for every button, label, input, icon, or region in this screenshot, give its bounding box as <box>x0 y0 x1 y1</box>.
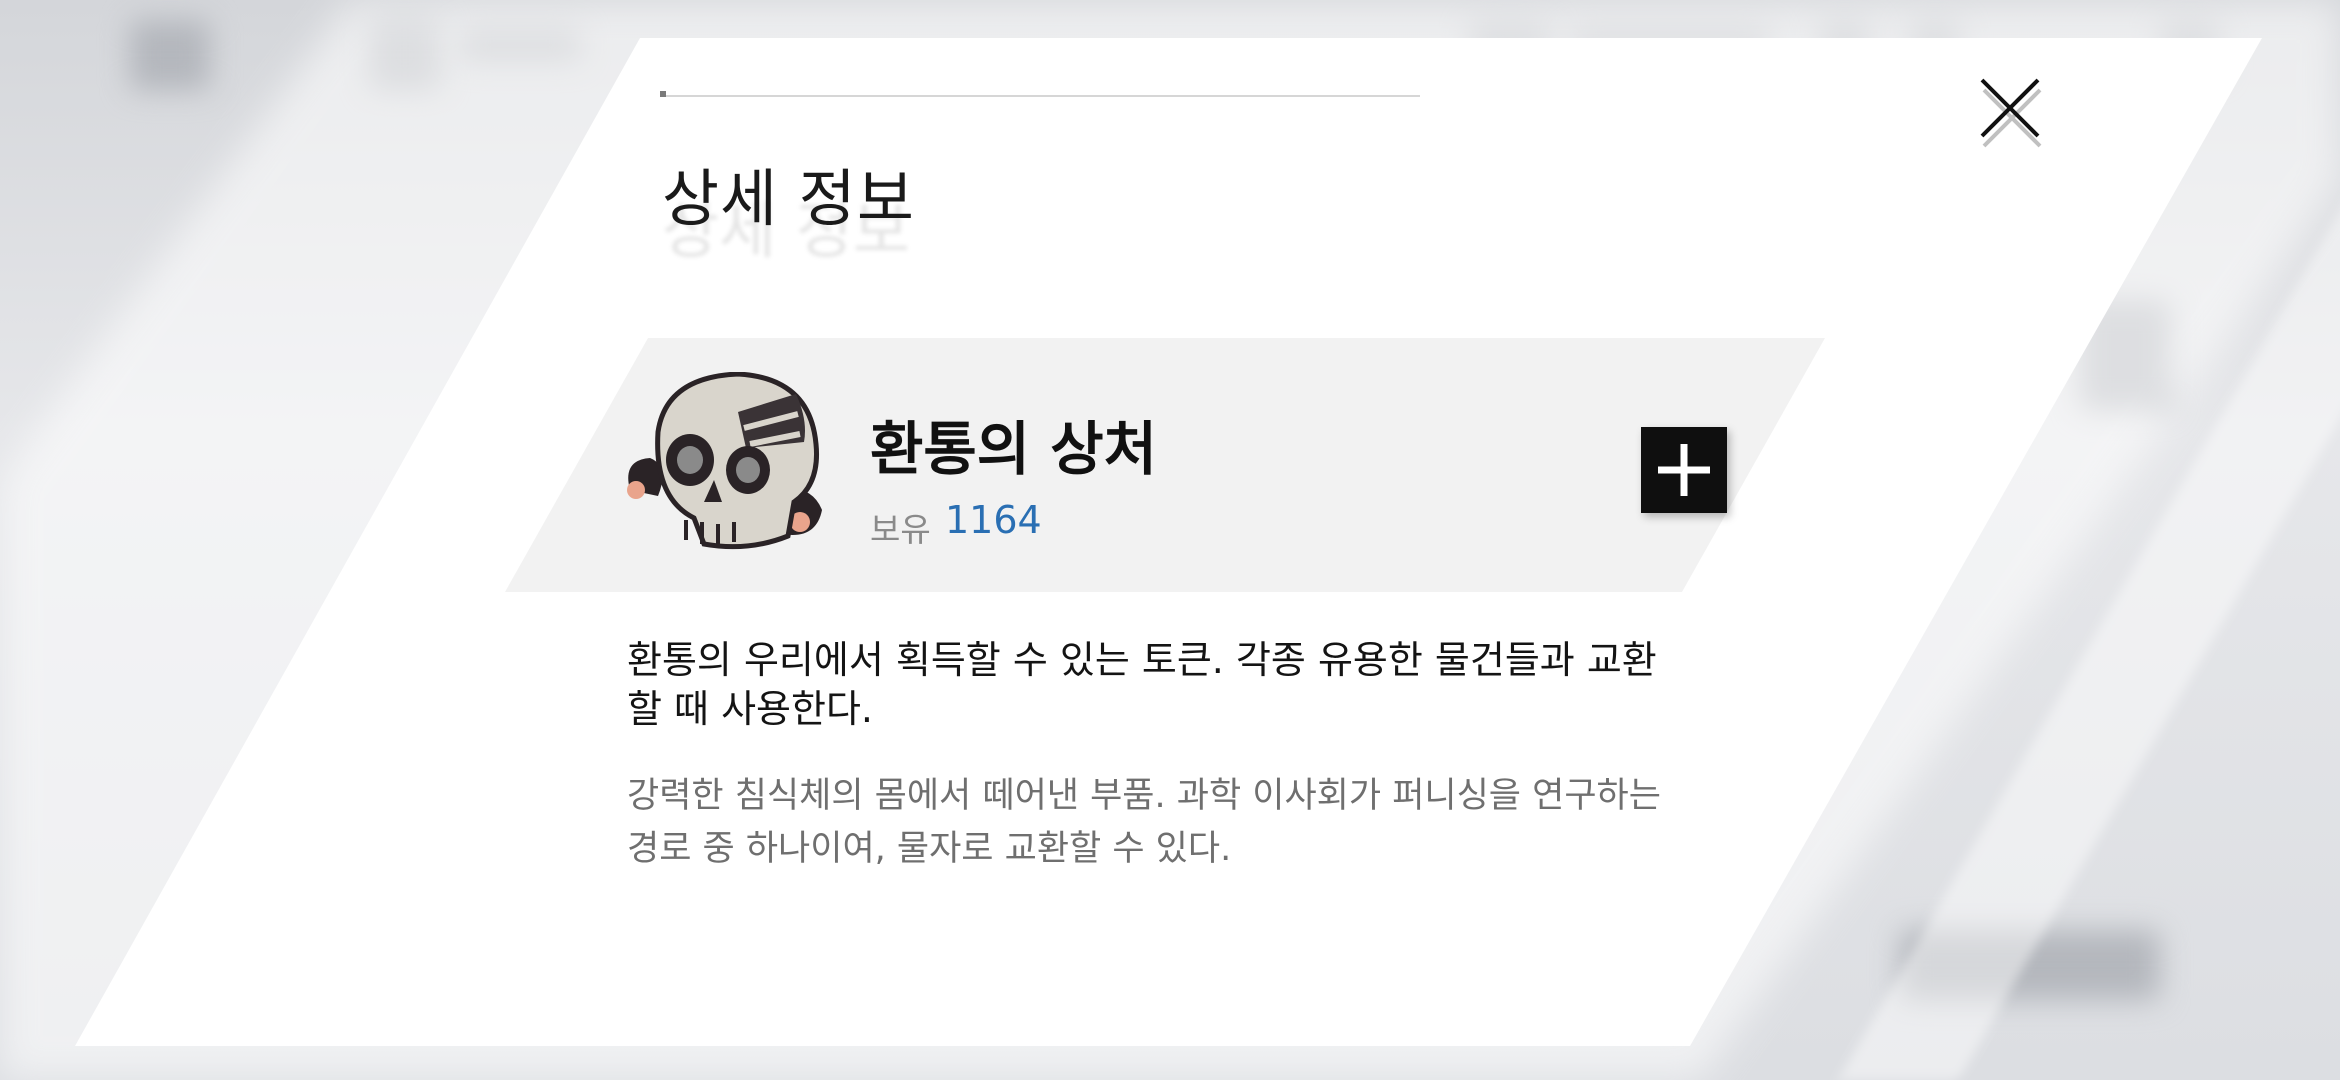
plus-icon <box>1658 444 1710 496</box>
owned-label: 보유 <box>870 510 931 549</box>
item-description: 환통의 우리에서 획득할 수 있는 토큰. 각종 유용한 물건들과 교환할 때 … <box>627 638 1657 731</box>
close-button[interactable] <box>1972 70 2052 150</box>
header-divider-marker <box>660 91 666 97</box>
page-title: 상세 정보 <box>662 162 915 235</box>
modal-panel <box>0 0 2340 1080</box>
owned-count: 1164 <box>945 498 1042 542</box>
item-flavor-text: 강력한 침식체의 몸에서 떼어낸 부품. 과학 이사회가 퍼니싱을 연구하는 경… <box>627 776 1661 869</box>
item-name: 환통의 상처 <box>870 415 1157 483</box>
header-divider <box>660 95 1420 97</box>
skull-token-icon <box>627 372 822 550</box>
close-icon <box>1980 78 2042 148</box>
add-button[interactable] <box>1641 427 1727 513</box>
